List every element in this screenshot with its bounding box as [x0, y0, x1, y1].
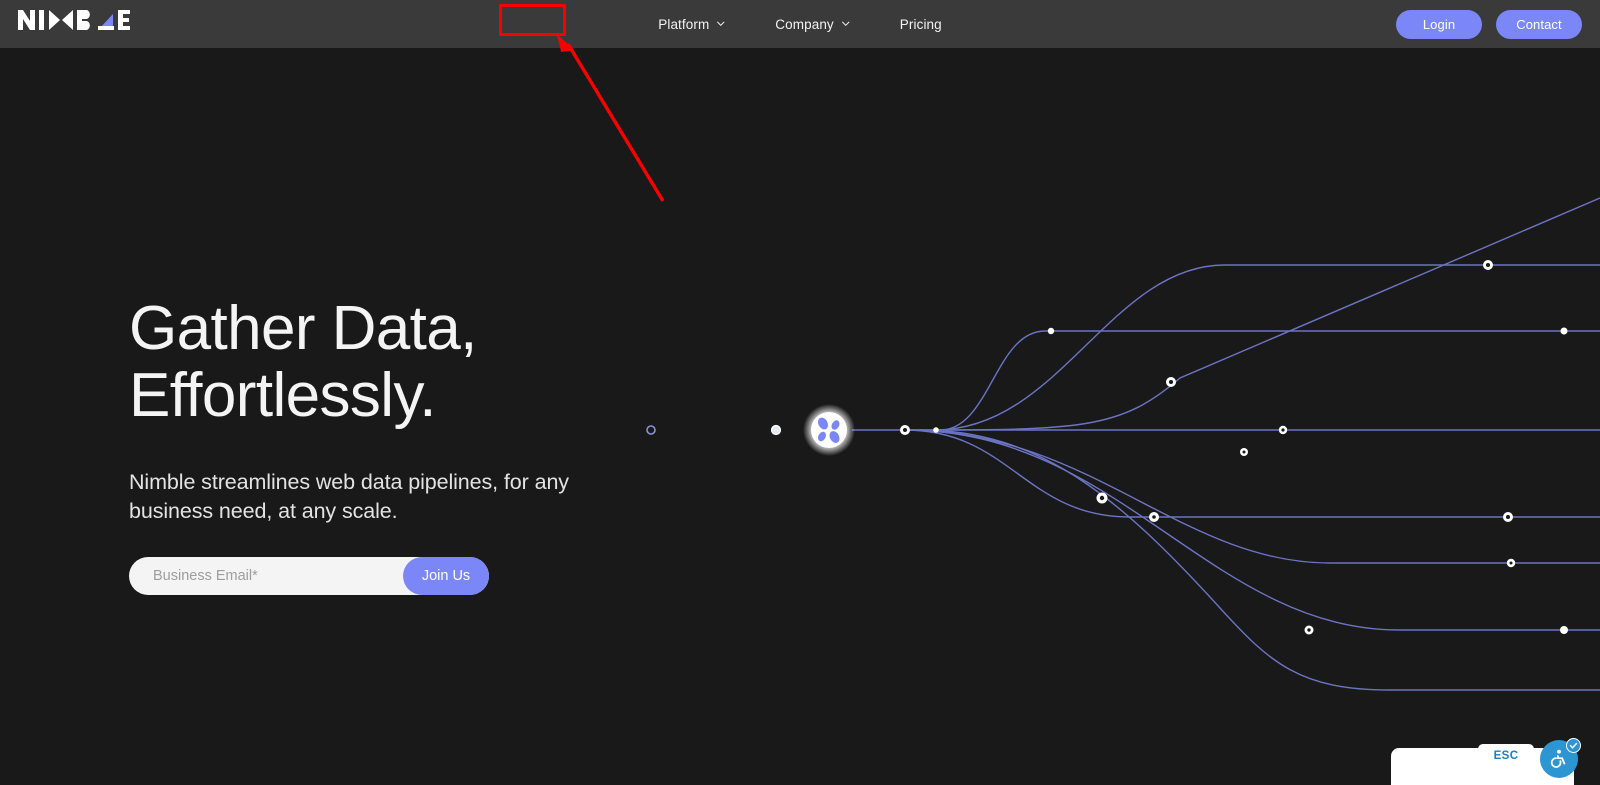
node-dot: [1279, 426, 1287, 434]
node-dot-inner: [1281, 428, 1284, 431]
line-diagonal-down: [920, 430, 1600, 690]
node-dot: [1560, 626, 1568, 634]
nav-item-platform[interactable]: Platform: [650, 12, 733, 37]
node-dot: [1166, 377, 1176, 387]
accessibility-verified-badge: [1566, 738, 1581, 753]
node-dot: [1503, 512, 1513, 522]
node-dot: [1561, 328, 1568, 335]
nimble-logo-mark: [18, 8, 130, 32]
node-dot-inner: [1152, 515, 1156, 519]
node-dot-inner: [1169, 380, 1173, 384]
contact-button[interactable]: Contact: [1496, 10, 1582, 39]
join-us-button[interactable]: Join Us: [403, 557, 489, 595]
email-signup-form: Join Us: [129, 557, 489, 595]
page-title: Gather Data, Effortlessly.: [129, 296, 749, 430]
hero-section: Gather Data, Effortlessly. Nimble stream…: [129, 296, 749, 595]
site-header: Platform Company Pricing Login Contact: [0, 0, 1600, 48]
node-dot-inner: [1506, 515, 1510, 519]
wheelchair-accessibility-icon: [1548, 748, 1570, 770]
line-branch-down-1: [905, 430, 1600, 517]
network-hub: [803, 404, 855, 456]
node-dot: [1240, 448, 1248, 456]
line-branch-down-2: [905, 430, 1600, 563]
line-diagonal-up: [905, 198, 1600, 430]
main-navigation: Platform Company Pricing: [650, 0, 950, 48]
check-icon: [1569, 741, 1578, 750]
hub-circle: [811, 412, 847, 448]
header-action-buttons: Login Contact: [1396, 0, 1582, 48]
node-dot-inner: [1100, 496, 1104, 500]
login-button[interactable]: Login: [1396, 10, 1482, 39]
nimble-logo[interactable]: [18, 7, 130, 33]
node-dot: [1048, 328, 1054, 334]
esc-label: ESC: [1494, 750, 1519, 762]
node-dot: [772, 426, 781, 435]
accessibility-widget-button[interactable]: [1540, 740, 1580, 780]
node-dot: [1507, 559, 1515, 567]
node-dot-inner: [1486, 263, 1490, 267]
line-branch-up-1: [940, 331, 1600, 430]
nav-item-pricing[interactable]: Pricing: [892, 12, 950, 37]
chevron-down-icon: [716, 19, 725, 28]
node-dot: [900, 425, 910, 435]
nav-item-company-label: Company: [775, 17, 833, 32]
node-dot-inner: [1510, 562, 1513, 565]
node-dot-inner: [1307, 628, 1310, 631]
node-dot-inner: [903, 428, 907, 432]
node-dot: [1149, 512, 1159, 522]
node-dot: [1305, 626, 1314, 635]
chevron-down-icon: [841, 19, 850, 28]
line-branch-up-2: [935, 265, 1600, 430]
nav-item-platform-label: Platform: [658, 17, 709, 32]
network-nodes: [647, 260, 1568, 635]
esc-tab[interactable]: ESC: [1478, 744, 1534, 768]
nav-item-company[interactable]: Company: [767, 12, 857, 37]
hero-subtitle: Nimble streamlines web data pipelines, f…: [129, 468, 629, 526]
nimble-pinwheel-logo: [816, 416, 841, 445]
hub-glow: [803, 404, 855, 456]
node-dot: [933, 427, 939, 433]
node-dot-inner: [1243, 451, 1246, 454]
node-dot: [1097, 493, 1108, 504]
nav-item-pricing-label: Pricing: [900, 17, 942, 32]
line-branch-down-3: [905, 430, 1600, 630]
node-dot: [1483, 260, 1493, 270]
